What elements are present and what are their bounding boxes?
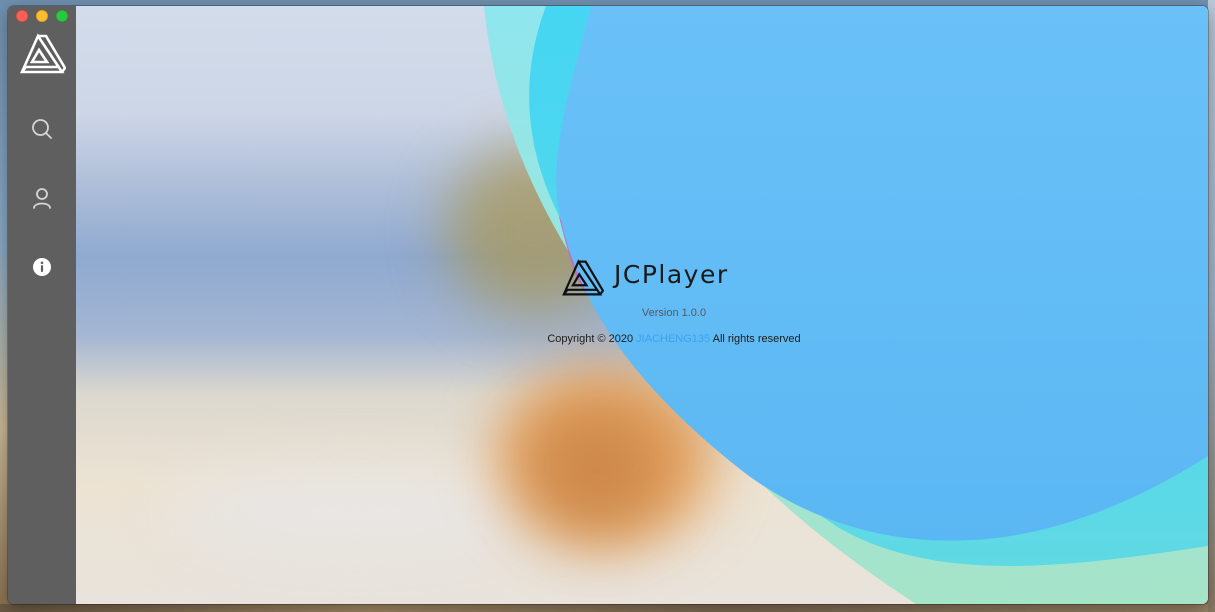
app-window: JCPlayer Version 1.0.0 Copyright © 2020 … xyxy=(8,6,1208,604)
desktop-background-right xyxy=(1208,0,1215,612)
author-link[interactable]: JIACHENG135 xyxy=(636,333,710,345)
sidebar xyxy=(8,6,76,604)
sidebar-item-user[interactable] xyxy=(27,183,57,213)
user-icon xyxy=(33,188,51,209)
triangle-logo-icon xyxy=(18,32,67,76)
copyright-suffix: All rights reserved xyxy=(710,333,801,345)
info-icon xyxy=(33,258,51,276)
search-icon xyxy=(32,119,52,139)
about-page: JCPlayer Version 1.0.0 Copyright © 2020 … xyxy=(76,6,1208,604)
sidebar-item-search[interactable] xyxy=(27,114,57,144)
window-minimize-button[interactable] xyxy=(36,10,48,22)
desktop-background-bottom xyxy=(0,604,1215,612)
window-maximize-button[interactable] xyxy=(56,10,68,22)
copyright-notice: Copyright © 2020 JIACHENG135 All rights … xyxy=(76,333,1208,345)
decorative-waves xyxy=(484,6,1208,604)
sidebar-item-about[interactable] xyxy=(27,252,57,282)
copyright-prefix: Copyright © 2020 xyxy=(547,333,637,345)
window-close-button[interactable] xyxy=(16,10,28,22)
